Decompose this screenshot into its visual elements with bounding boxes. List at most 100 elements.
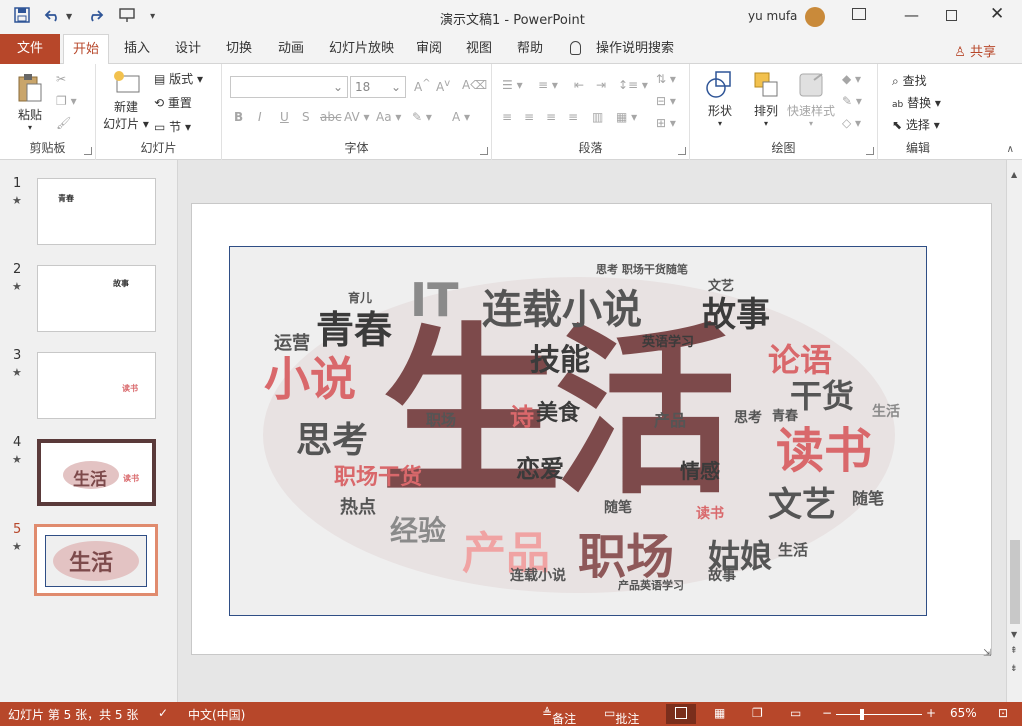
collapse-ribbon-icon[interactable]: ∧: [1007, 144, 1014, 155]
font-name-dropdown[interactable]: ⌄: [230, 76, 348, 98]
bold-button[interactable]: B: [234, 110, 243, 124]
close-icon[interactable]: ✕: [990, 4, 1004, 24]
character-spacing-button[interactable]: AV ▾: [344, 110, 370, 124]
smartart-icon[interactable]: ⊞ ▾: [656, 116, 676, 130]
share-button[interactable]: ♙ 共享: [954, 41, 996, 60]
slide-editing-area[interactable]: 生活 连载小说 IT 青春 故事 小说 技能 论语 干货 思考 读书 诗 美食 …: [179, 160, 1006, 702]
clipboard-launcher-icon[interactable]: [84, 147, 92, 155]
replace-button[interactable]: ab 替换 ▾: [892, 94, 941, 111]
align-right-icon[interactable]: ≡: [546, 110, 556, 124]
tell-me-search[interactable]: 操作说明搜索: [596, 34, 674, 64]
distributed-icon[interactable]: ▥: [592, 110, 603, 124]
copy-icon[interactable]: ❐ ▾: [56, 94, 77, 108]
numbering-icon[interactable]: ≡ ▾: [538, 78, 558, 92]
paragraph-launcher-icon[interactable]: [678, 147, 686, 155]
line-spacing-icon[interactable]: ↕≡ ▾: [618, 78, 648, 92]
avatar[interactable]: [805, 7, 825, 27]
scroll-thumb[interactable]: [1010, 540, 1020, 624]
normal-view-button[interactable]: [666, 704, 696, 724]
user-name[interactable]: yu mufa: [748, 9, 797, 23]
tab-review[interactable]: 审阅: [416, 34, 442, 64]
chevron-down-icon[interactable]: ▼: [66, 8, 72, 26]
tab-home[interactable]: 开始: [63, 34, 110, 65]
columns-icon[interactable]: ▦ ▾: [616, 110, 637, 124]
arrange-button[interactable]: 排列 ▾: [746, 70, 786, 128]
slide-thumbnail-5[interactable]: 生活: [34, 524, 158, 596]
scroll-down-icon[interactable]: ▼: [1011, 630, 1017, 639]
fit-slide-icon[interactable]: ⇲: [983, 648, 991, 659]
save-icon[interactable]: [14, 7, 30, 27]
shadow-button[interactable]: S: [302, 110, 310, 124]
new-slide-button[interactable]: 新建 幻灯片 ▾: [102, 70, 150, 132]
format-painter-icon[interactable]: 🖌: [56, 116, 71, 130]
strikethrough-button[interactable]: abc: [320, 110, 342, 124]
scroll-up-icon[interactable]: ▲: [1011, 170, 1017, 179]
shapes-button[interactable]: 形状 ▾: [698, 70, 742, 128]
present-icon[interactable]: [118, 7, 136, 27]
layout-button[interactable]: ▤ 版式 ▾: [154, 70, 203, 87]
highlight-icon[interactable]: ✎ ▾: [412, 110, 432, 124]
zoom-out-icon[interactable]: −: [822, 706, 832, 720]
vertical-scrollbar[interactable]: ▲ ▼ ⇞ ⇟: [1006, 160, 1022, 702]
align-left-icon[interactable]: ≡: [502, 110, 512, 124]
zoom-slider-thumb[interactable]: [860, 709, 864, 720]
tab-slideshow[interactable]: 幻灯片放映: [329, 34, 394, 64]
paste-button[interactable]: 粘贴 ▾: [10, 72, 50, 132]
quick-styles-button[interactable]: 快速样式 ▾: [786, 70, 836, 128]
minimize-icon[interactable]: —: [904, 6, 919, 24]
wordcloud-image[interactable]: 生活 连载小说 IT 青春 故事 小说 技能 论语 干货 思考 读书 诗 美食 …: [229, 246, 927, 616]
shape-outline-icon[interactable]: ✎ ▾: [842, 94, 862, 108]
fit-to-window-icon[interactable]: ⊡: [998, 706, 1008, 720]
decrease-font-icon[interactable]: Av: [436, 78, 450, 94]
slide-thumbnail-4[interactable]: 生活 读书: [37, 439, 156, 506]
maximize-icon[interactable]: [946, 10, 957, 21]
tab-design[interactable]: 设计: [175, 34, 201, 64]
drawing-launcher-icon[interactable]: [866, 147, 874, 155]
current-slide[interactable]: 生活 连载小说 IT 青春 故事 小说 技能 论语 干货 思考 读书 诗 美食 …: [191, 203, 992, 655]
previous-slide-icon[interactable]: ⇞: [1010, 646, 1018, 656]
tab-transitions[interactable]: 切换: [226, 34, 252, 64]
text-direction-icon[interactable]: ⇅ ▾: [656, 72, 676, 86]
increase-font-icon[interactable]: A^: [414, 78, 431, 94]
redo-icon[interactable]: [86, 7, 104, 27]
tab-view[interactable]: 视图: [466, 34, 492, 64]
slide-sorter-icon[interactable]: ▦: [714, 706, 725, 720]
font-launcher-icon[interactable]: [480, 147, 488, 155]
change-case-button[interactable]: Aa ▾: [376, 110, 401, 124]
cut-icon[interactable]: ✂: [56, 72, 66, 86]
reset-button[interactable]: ⟲ 重置: [154, 94, 192, 111]
zoom-level[interactable]: 65%: [950, 706, 977, 720]
decrease-indent-icon[interactable]: ⇤: [574, 78, 584, 92]
next-slide-icon[interactable]: ⇟: [1010, 664, 1018, 674]
clear-formatting-icon[interactable]: A⌫: [462, 78, 487, 92]
shape-effects-icon[interactable]: ◇ ▾: [842, 116, 861, 130]
reading-view-icon[interactable]: ❐: [752, 706, 763, 720]
spellcheck-icon[interactable]: ✓: [158, 706, 168, 720]
justify-icon[interactable]: ≡: [568, 110, 578, 124]
align-text-icon[interactable]: ⊟ ▾: [656, 94, 676, 108]
slideshow-icon[interactable]: ▭: [790, 706, 801, 720]
font-color-button[interactable]: A ▾: [452, 110, 470, 124]
slide-thumbnail-2[interactable]: 故事: [37, 265, 156, 332]
slide-thumbnail-3[interactable]: 读书: [37, 352, 156, 419]
italic-button[interactable]: I: [258, 110, 262, 124]
shape-fill-icon[interactable]: ◆ ▾: [842, 72, 861, 86]
underline-button[interactable]: U: [280, 110, 289, 124]
bullets-icon[interactable]: ☰ ▾: [502, 78, 523, 92]
section-button[interactable]: ▭ 节 ▾: [154, 118, 191, 135]
select-button[interactable]: ⬉ 选择 ▾: [892, 116, 940, 133]
zoom-in-icon[interactable]: +: [926, 706, 936, 720]
increase-indent-icon[interactable]: ⇥: [596, 78, 606, 92]
notes-button[interactable]: ≜ 备注: [542, 706, 576, 726]
tab-insert[interactable]: 插入: [124, 34, 150, 64]
language-indicator[interactable]: 中文(中国): [188, 706, 245, 723]
customize-icon[interactable]: ▾: [150, 8, 155, 26]
ribbon-display-options-icon[interactable]: [852, 8, 866, 20]
zoom-slider[interactable]: [836, 709, 922, 720]
tab-file[interactable]: 文件: [0, 34, 60, 64]
comments-button[interactable]: ▭ 批注: [604, 706, 639, 726]
slide-thumbnail-1[interactable]: 青春: [37, 178, 156, 245]
undo-icon[interactable]: [44, 7, 62, 27]
tab-help[interactable]: 帮助: [517, 34, 543, 64]
align-center-icon[interactable]: ≡: [524, 110, 534, 124]
